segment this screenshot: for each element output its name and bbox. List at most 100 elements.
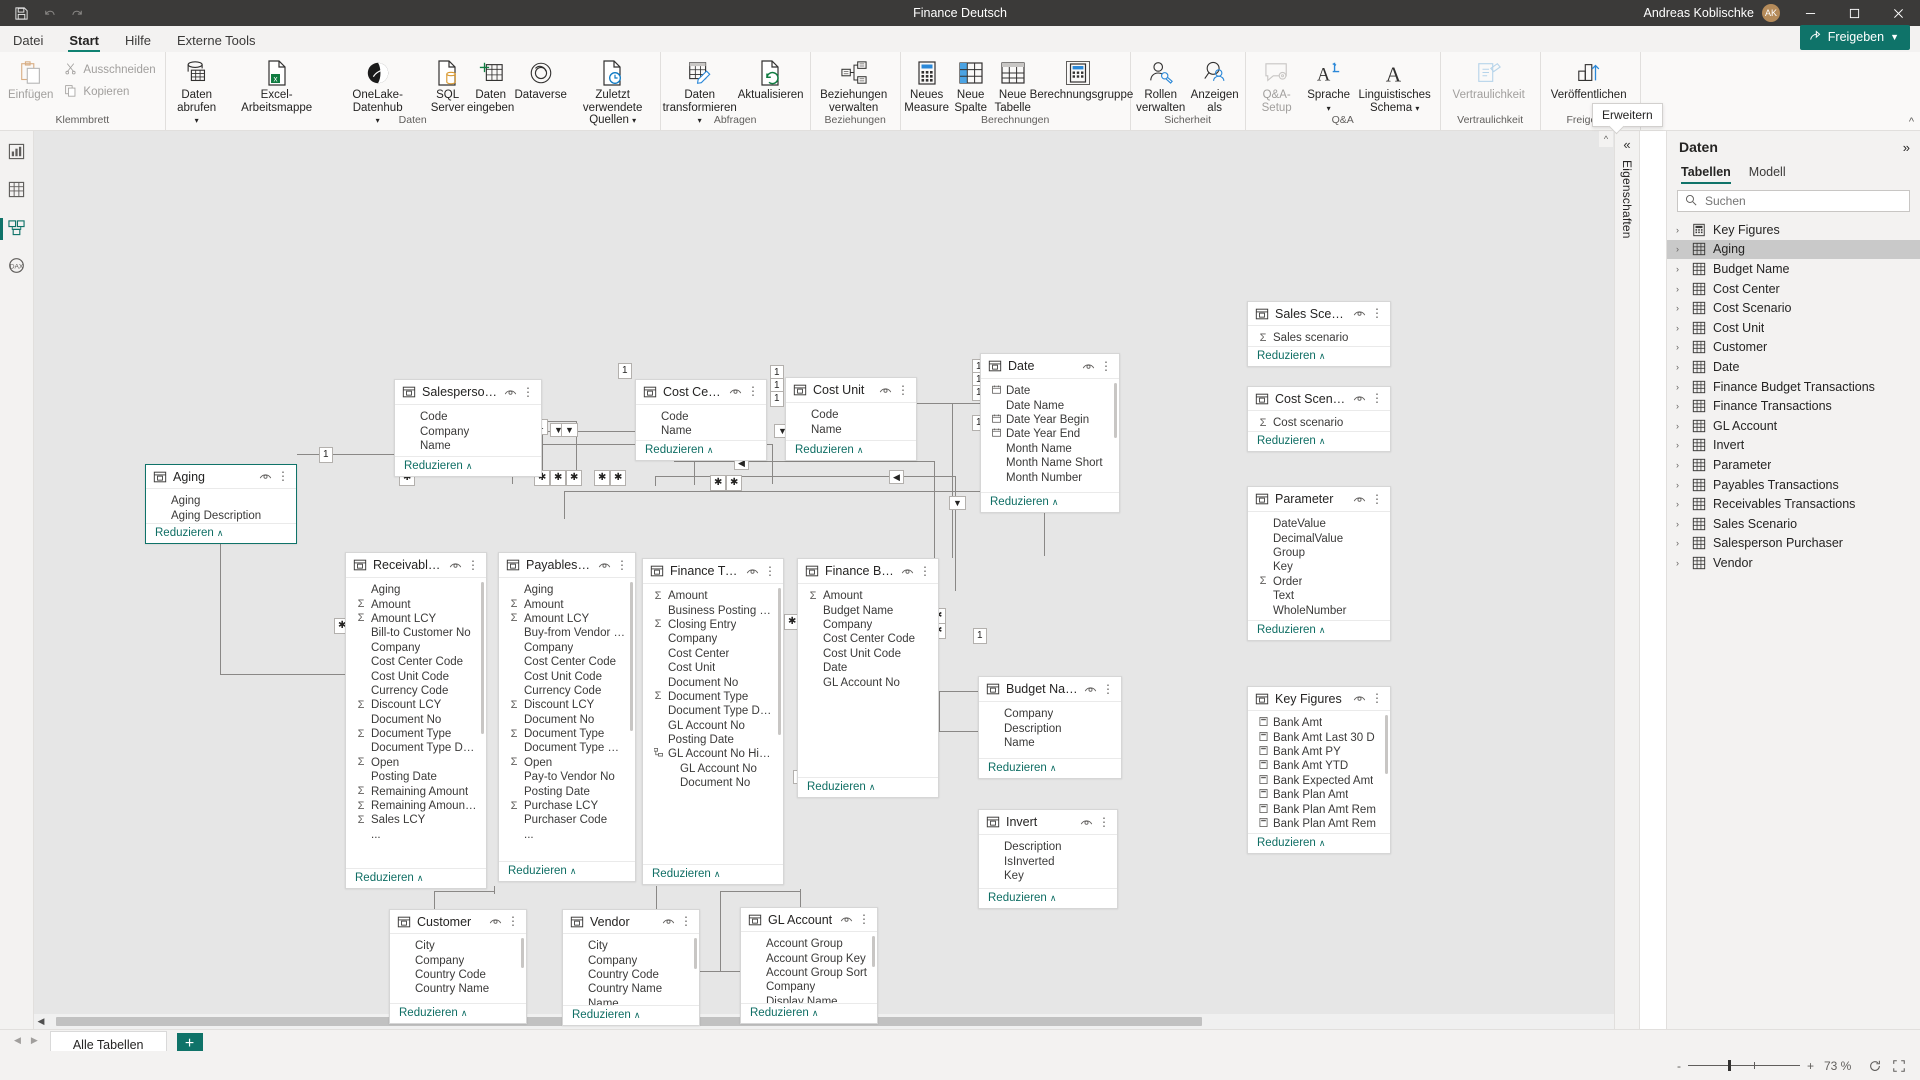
data-panel-item[interactable]: › Date — [1667, 357, 1920, 377]
model-table-field[interactable]: Document Type Description — [499, 741, 635, 755]
user-account[interactable]: Andreas Koblischke AK — [1644, 4, 1788, 22]
eye-icon[interactable] — [489, 916, 502, 927]
chevron-right-icon[interactable]: › — [1676, 362, 1685, 372]
data-panel-item[interactable]: › Cost Center — [1667, 279, 1920, 299]
model-table-card[interactable]: Customer ⋮ City Company Country Code Country … — [389, 909, 527, 1024]
model-table-field[interactable]: Month Name — [981, 442, 1119, 456]
model-table-field[interactable]: Country Code — [390, 968, 526, 982]
model-table-field[interactable]: Description — [979, 721, 1121, 735]
model-table-field[interactable]: Σ Cost scenario — [1248, 416, 1390, 430]
ribbon-sensitivity-button[interactable]: Vertraulichkeit — [1444, 55, 1534, 104]
data-panel-item[interactable]: › Receivables Transactions — [1667, 494, 1920, 514]
ribbon-manage-relationships-button[interactable]: Beziehungen verwalten — [814, 55, 894, 116]
model-table-field[interactable]: Aging — [146, 494, 296, 508]
model-table-field[interactable]: Key — [979, 869, 1117, 883]
model-table-collapse-button[interactable]: Reduzieren ∧ — [979, 888, 1117, 908]
model-table-collapse-button[interactable]: Reduzieren ∧ — [499, 861, 635, 881]
model-table-field[interactable]: Σ Amount LCY — [346, 612, 486, 626]
properties-panel-collapsed[interactable]: « Eigenschaften — [1614, 131, 1640, 1029]
model-table-collapse-button[interactable]: Reduzieren ∧ — [981, 492, 1119, 512]
eye-icon[interactable] — [879, 385, 892, 396]
model-table-field[interactable]: Σ Remaining Amount LCY — [346, 799, 486, 813]
chevron-right-icon[interactable]: › — [1676, 225, 1685, 235]
model-table-field[interactable]: Bank Amt YTD — [1248, 759, 1390, 773]
model-table-field[interactable]: Σ Document Type — [499, 727, 635, 741]
data-panel-item[interactable]: › Cost Unit — [1667, 318, 1920, 338]
model-table-field[interactable]: Name — [395, 439, 541, 453]
model-table-field[interactable]: Bank Amt PY — [1248, 745, 1390, 759]
maximize-button[interactable] — [1832, 0, 1876, 26]
model-table-field[interactable]: Σ Discount LCY — [499, 698, 635, 712]
data-panel-item[interactable]: › Finance Budget Transactions — [1667, 377, 1920, 397]
model-table-header[interactable]: Budget Name ⋮ — [979, 677, 1121, 702]
eye-icon[interactable] — [1353, 393, 1366, 404]
model-table-field[interactable]: Posting Date — [499, 784, 635, 798]
chevron-double-right-icon[interactable]: » — [1903, 140, 1910, 155]
model-table-field[interactable]: Document No — [346, 713, 486, 727]
model-table-collapse-button[interactable]: Reduzieren ∧ — [346, 868, 486, 888]
model-table-field[interactable]: IsInverted — [979, 854, 1117, 868]
model-table-field[interactable]: Buy-from Vendor No — [499, 626, 635, 640]
model-table-field[interactable]: Company — [395, 424, 541, 438]
eye-icon[interactable] — [1080, 817, 1093, 828]
model-table-field[interactable]: Σ Remaining Amount — [346, 784, 486, 798]
more-options-icon[interactable]: ⋮ — [522, 386, 534, 398]
model-table-field[interactable]: Code — [786, 408, 916, 422]
model-table-field[interactable]: Currency Code — [499, 684, 635, 698]
data-panel-table-list[interactable]: › Key Figures › Aging › Budget Name › Cost Cent… — [1667, 216, 1920, 1029]
data-panel-item[interactable]: › Budget Name — [1667, 259, 1920, 279]
chevron-right-icon[interactable]: › — [1676, 519, 1685, 529]
model-table-field[interactable]: Pay-to Vendor No — [499, 770, 635, 784]
model-table-field[interactable]: Σ Document Type — [346, 727, 486, 741]
ribbon-paste-button[interactable]: Einfügen — [3, 55, 58, 104]
model-table-field[interactable]: Cost Unit — [643, 661, 783, 675]
model-table-collapse-button[interactable]: Reduzieren ∧ — [636, 440, 766, 460]
model-table-card[interactable]: Cost Scenario ⋮ Σ Cost scenario Reduzieren ∧ — [1247, 386, 1391, 452]
field-list-scrollbar[interactable] — [694, 938, 697, 970]
model-table-field[interactable]: Cost Center Code — [346, 655, 486, 669]
model-table-field[interactable]: Date Year End — [981, 427, 1119, 441]
model-table-field[interactable]: GL Account No — [798, 675, 938, 689]
chevron-double-left-icon[interactable]: « — [1623, 137, 1630, 152]
model-table-header[interactable]: Customer ⋮ — [390, 910, 526, 934]
data-panel-item[interactable]: › Salesperson Purchaser — [1667, 534, 1920, 554]
model-table-collapse-button[interactable]: Reduzieren ∧ — [786, 440, 916, 460]
eye-icon[interactable] — [504, 387, 517, 398]
chevron-right-icon[interactable]: › — [1676, 538, 1685, 548]
model-table-card[interactable]: Sales Scenario⋮ΣSales scenarioReduzieren… — [1247, 301, 1391, 367]
model-table-field[interactable]: ... — [1248, 831, 1390, 833]
chevron-left-icon[interactable]: ◀ — [14, 1035, 21, 1046]
chevron-right-icon[interactable]: › — [1676, 382, 1685, 392]
model-table-field[interactable]: Σ Amount — [798, 589, 938, 603]
model-table-field[interactable]: ... — [346, 828, 486, 842]
ribbon-excel-workbook-button[interactable]: x Excel-Arbeitsmappe — [225, 55, 329, 116]
scroll-left-arrow[interactable]: ◀ — [34, 1016, 48, 1027]
ribbon-publish-button[interactable]: Veröffentlichen — [1544, 55, 1634, 104]
share-button[interactable]: Freigeben ▼ — [1799, 25, 1910, 50]
model-table-field[interactable]: Cost Unit Code — [798, 647, 938, 661]
model-table-field[interactable]: Date Year Begin — [981, 413, 1119, 427]
sidebar-item-dax-query-view[interactable]: DAX — [4, 255, 30, 279]
redo-icon[interactable] — [64, 2, 90, 24]
data-panel-item[interactable]: › Vendor — [1667, 553, 1920, 573]
data-panel-item[interactable]: › Customer — [1667, 338, 1920, 358]
eye-icon[interactable] — [1084, 684, 1097, 695]
model-table-field[interactable]: Σ Sales LCY — [346, 813, 486, 827]
more-options-icon[interactable]: ⋮ — [919, 565, 931, 577]
model-table-header[interactable]: Cost Center ⋮ — [636, 380, 766, 405]
more-options-icon[interactable]: ⋮ — [764, 565, 776, 577]
model-table-field[interactable]: Aging — [499, 583, 635, 597]
model-table-field[interactable]: Month Name Short — [981, 456, 1119, 470]
model-table-field[interactable]: Company — [346, 641, 486, 655]
more-options-icon[interactable]: ⋮ — [680, 915, 692, 927]
data-panel-item[interactable]: › Cost Scenario — [1667, 298, 1920, 318]
model-table-collapse-button[interactable]: Reduzieren ∧ — [563, 1005, 699, 1025]
model-table-field[interactable]: Country Name — [390, 982, 526, 996]
model-table-field[interactable]: Code — [636, 410, 766, 424]
eye-icon[interactable] — [729, 386, 742, 397]
model-table-header[interactable]: Aging ⋮ — [146, 465, 296, 490]
model-table-field[interactable]: Company — [798, 618, 938, 632]
model-table-field[interactable]: Σ Discount LCY — [346, 698, 486, 712]
model-table-field[interactable]: Code — [395, 410, 541, 424]
model-table-header[interactable]: GL Account ⋮ — [741, 908, 877, 932]
